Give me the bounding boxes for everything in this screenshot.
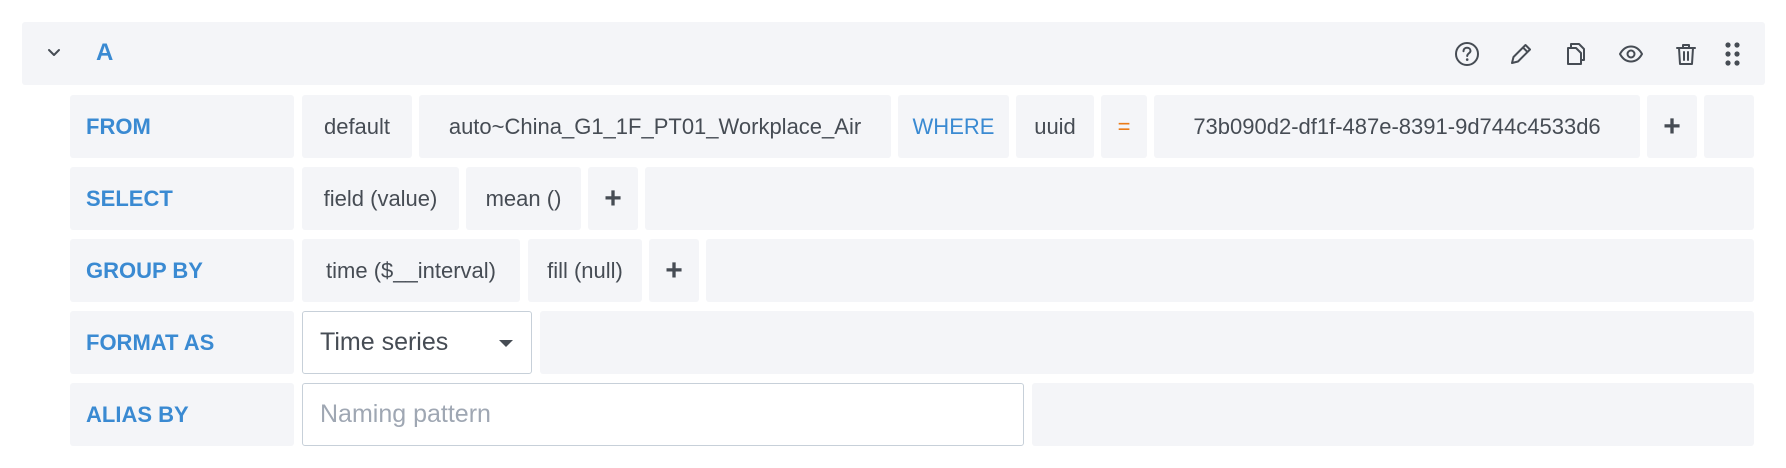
alias-by-input[interactable] bbox=[302, 383, 1024, 446]
aggregation-segment[interactable]: mean () bbox=[466, 167, 581, 230]
select-label: SELECT bbox=[70, 167, 294, 230]
tag-value-segment[interactable]: 73b090d2-df1f-487e-8391-9d744c4533d6 bbox=[1154, 95, 1640, 158]
operator-segment[interactable]: = bbox=[1101, 95, 1147, 158]
measurement-segment[interactable]: auto~China_G1_1F_PT01_Workplace_Air bbox=[419, 95, 891, 158]
query-ref-id[interactable]: A bbox=[96, 38, 113, 68]
trash-icon[interactable] bbox=[1669, 37, 1703, 71]
format-as-label: FORMAT AS bbox=[70, 311, 294, 374]
tag-key-segment[interactable]: uuid bbox=[1016, 95, 1094, 158]
help-icon[interactable] bbox=[1450, 37, 1484, 71]
group-fill-segment[interactable]: fill (null) bbox=[528, 239, 642, 302]
chevron-down-icon[interactable] bbox=[42, 40, 66, 64]
format-as-select[interactable]: Time series bbox=[302, 311, 532, 374]
eye-icon[interactable] bbox=[1614, 37, 1648, 71]
drag-handle-icon[interactable] bbox=[1715, 37, 1749, 71]
format-row-filler bbox=[540, 311, 1754, 374]
alias-by-label: ALIAS BY bbox=[70, 383, 294, 446]
group-row-filler bbox=[706, 239, 1754, 302]
format-as-value: Time series bbox=[320, 328, 449, 356]
group-time-segment[interactable]: time ($__interval) bbox=[302, 239, 520, 302]
alias-row-filler bbox=[1032, 383, 1754, 446]
add-where-button[interactable]: + bbox=[1647, 95, 1697, 158]
duplicate-icon[interactable] bbox=[1559, 37, 1593, 71]
add-group-by-button[interactable]: + bbox=[649, 239, 699, 302]
edit-icon[interactable] bbox=[1504, 37, 1538, 71]
select-row-filler bbox=[645, 167, 1754, 230]
where-label: WHERE bbox=[898, 95, 1009, 158]
from-row-filler bbox=[1704, 95, 1754, 158]
add-select-button[interactable]: + bbox=[588, 167, 638, 230]
group-by-label: GROUP BY bbox=[70, 239, 294, 302]
from-label: FROM bbox=[70, 95, 294, 158]
caret-down-icon bbox=[499, 340, 513, 347]
field-segment[interactable]: field (value) bbox=[302, 167, 459, 230]
retention-policy-segment[interactable]: default bbox=[302, 95, 412, 158]
